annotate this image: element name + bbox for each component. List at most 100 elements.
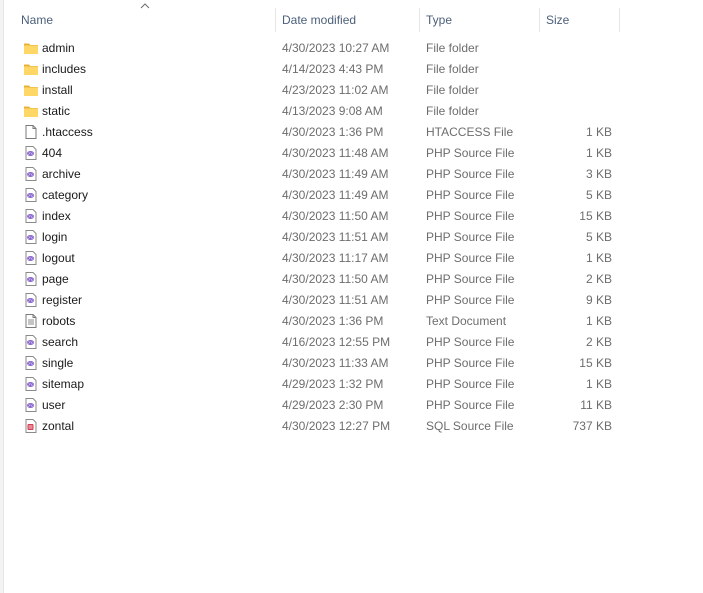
file-date-modified: 4/30/2023 11:50 AM bbox=[282, 272, 389, 286]
file-date-modified: 4/29/2023 1:32 PM bbox=[282, 377, 384, 391]
php-file-icon: php bbox=[23, 166, 39, 182]
file-row[interactable]: includes 4/14/2023 4:43 PM File folder bbox=[0, 59, 703, 80]
file-type: File folder bbox=[426, 104, 479, 118]
file-name: logout bbox=[42, 251, 75, 265]
file-type: PHP Source File bbox=[426, 293, 515, 307]
file-name: install bbox=[42, 83, 73, 97]
file-name: sitemap bbox=[42, 377, 85, 391]
svg-text:php: php bbox=[27, 215, 33, 219]
file-type: PHP Source File bbox=[426, 146, 515, 160]
file-row[interactable]: php single 4/30/2023 11:33 AM PHP Source Fi… bbox=[0, 353, 703, 374]
file-name: single bbox=[42, 356, 74, 370]
column-header-name[interactable]: Name bbox=[21, 10, 271, 30]
column-divider[interactable] bbox=[275, 8, 276, 32]
svg-text:php: php bbox=[27, 362, 33, 366]
file-type: PHP Source File bbox=[426, 356, 515, 370]
svg-text:php: php bbox=[27, 383, 33, 387]
svg-text:php: php bbox=[27, 152, 33, 156]
file-date-modified: 4/30/2023 12:27 PM bbox=[282, 419, 391, 433]
file-name: register bbox=[42, 293, 83, 307]
file-size bbox=[540, 59, 612, 80]
file-row[interactable]: php index 4/30/2023 11:50 AM PHP Source Fil… bbox=[0, 206, 703, 227]
column-divider[interactable] bbox=[619, 8, 620, 32]
file-size: 5 KB bbox=[585, 188, 612, 202]
file-row[interactable]: install 4/23/2023 11:02 AM File folder bbox=[0, 80, 703, 101]
svg-text:php: php bbox=[27, 299, 33, 303]
php-file-icon: php bbox=[23, 145, 39, 161]
file-name: index bbox=[42, 209, 71, 223]
file-row[interactable]: php search 4/16/2023 12:55 PM PHP Source Fi… bbox=[0, 332, 703, 353]
column-header-bar: Name Date modified Type Size bbox=[0, 0, 703, 38]
file-size: 3 KB bbox=[585, 167, 612, 181]
column-header-size[interactable]: Size bbox=[546, 10, 616, 30]
file-name: includes bbox=[42, 62, 87, 76]
file-type: File folder bbox=[426, 62, 479, 76]
file-row[interactable]: robots 4/30/2023 1:36 PM Text Document 1 KB bbox=[0, 311, 703, 332]
svg-text:php: php bbox=[27, 194, 33, 198]
file-date-modified: 4/30/2023 11:49 AM bbox=[282, 167, 389, 181]
php-file-icon: php bbox=[23, 355, 39, 371]
file-type: SQL Source File bbox=[426, 419, 514, 433]
file-size: 1 KB bbox=[585, 314, 612, 328]
file-name: user bbox=[42, 398, 66, 412]
file-name: robots bbox=[42, 314, 76, 328]
file-row[interactable]: php logout 4/30/2023 11:17 AM PHP Source Fi… bbox=[0, 248, 703, 269]
folder-icon bbox=[23, 82, 39, 98]
column-header-date-modified[interactable]: Date modified bbox=[282, 10, 416, 30]
file-row[interactable]: static 4/13/2023 9:08 AM File folder bbox=[0, 101, 703, 122]
file-date-modified: 4/30/2023 1:36 PM bbox=[282, 125, 384, 139]
svg-text:php: php bbox=[27, 404, 33, 408]
file-name: archive bbox=[42, 167, 81, 181]
php-file-icon: php bbox=[23, 334, 39, 350]
file-row[interactable]: admin 4/30/2023 10:27 AM File folder bbox=[0, 38, 703, 59]
file-row[interactable]: php 404 4/30/2023 11:48 AM PHP Source File 1… bbox=[0, 143, 703, 164]
file-row[interactable]: php user 4/29/2023 2:30 PM PHP Source File 1… bbox=[0, 395, 703, 416]
file-row[interactable]: php login 4/30/2023 11:51 AM PHP Source Fil… bbox=[0, 227, 703, 248]
php-file-icon: php bbox=[23, 229, 39, 245]
file-date-modified: 4/30/2023 11:17 AM bbox=[282, 251, 389, 265]
file-date-modified: 4/30/2023 11:49 AM bbox=[282, 188, 389, 202]
file-size: 1 KB bbox=[585, 377, 612, 391]
file-name: login bbox=[42, 230, 68, 244]
file-row[interactable]: php archive 4/30/2023 11:49 AM PHP Source F… bbox=[0, 164, 703, 185]
file-row[interactable]: php category 4/30/2023 11:49 AM PHP Source … bbox=[0, 185, 703, 206]
file-row[interactable]: php register 4/30/2023 11:51 AM PHP Source … bbox=[0, 290, 703, 311]
column-divider[interactable] bbox=[539, 8, 540, 32]
file-row[interactable]: .htaccess 4/30/2023 1:36 PM HTACCESS File 1… bbox=[0, 122, 703, 143]
file-row[interactable]: php sitemap 4/29/2023 1:32 PM PHP Source Fi… bbox=[0, 374, 703, 395]
column-divider[interactable] bbox=[419, 8, 420, 32]
file-date-modified: 4/14/2023 4:43 PM bbox=[282, 62, 384, 76]
file-row[interactable]: zontal 4/30/2023 12:27 PM SQL Source File 7… bbox=[0, 416, 703, 437]
text-file-icon bbox=[23, 313, 39, 329]
file-name: page bbox=[42, 272, 69, 286]
file-size bbox=[540, 38, 612, 59]
file-name: zontal bbox=[42, 419, 75, 433]
file-date-modified: 4/30/2023 1:36 PM bbox=[282, 314, 384, 328]
sql-file-icon bbox=[23, 418, 39, 434]
file-size: 737 KB bbox=[572, 419, 612, 433]
php-file-icon: php bbox=[23, 208, 39, 224]
file-type: Text Document bbox=[426, 314, 507, 328]
file-type: File folder bbox=[426, 41, 479, 55]
file-type: PHP Source File bbox=[426, 272, 515, 286]
file-date-modified: 4/29/2023 2:30 PM bbox=[282, 398, 384, 412]
folder-icon bbox=[23, 61, 39, 77]
svg-text:php: php bbox=[27, 173, 33, 177]
file-size: 2 KB bbox=[585, 272, 612, 286]
blank-file-icon bbox=[23, 124, 39, 140]
file-name: category bbox=[42, 188, 89, 202]
folder-icon bbox=[23, 103, 39, 119]
column-header-type[interactable]: Type bbox=[426, 10, 536, 30]
file-type: PHP Source File bbox=[426, 167, 515, 181]
file-date-modified: 4/30/2023 11:50 AM bbox=[282, 209, 389, 223]
file-type: PHP Source File bbox=[426, 377, 515, 391]
file-type: File folder bbox=[426, 83, 479, 97]
file-size: 9 KB bbox=[585, 293, 612, 307]
file-type: PHP Source File bbox=[426, 188, 515, 202]
file-date-modified: 4/30/2023 11:33 AM bbox=[282, 356, 389, 370]
file-row[interactable]: php page 4/30/2023 11:50 AM PHP Source File… bbox=[0, 269, 703, 290]
file-type: HTACCESS File bbox=[426, 125, 514, 139]
svg-text:php: php bbox=[27, 257, 33, 261]
file-name: search bbox=[42, 335, 79, 349]
file-size: 1 KB bbox=[585, 251, 612, 265]
